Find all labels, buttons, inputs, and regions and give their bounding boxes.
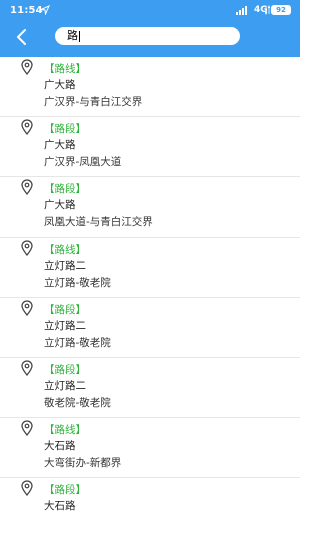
result-type-tag: 【路线】 — [44, 63, 86, 75]
result-type-tag: 【路线】 — [44, 243, 86, 256]
map-pin-icon — [21, 59, 33, 75]
search-input-value: 路 — [67, 29, 78, 42]
app-header: 11:54 4G 92 路 — [0, 0, 300, 57]
result-road-name: 广大路 — [44, 79, 76, 91]
result-item[interactable]: 【路线】 大石路 大弯街办-新都界 — [0, 418, 300, 479]
result-road-range: 立灯路-敬老院 — [44, 276, 111, 289]
result-road-name: 立灯路二 — [44, 259, 86, 272]
result-road-range: 敬老院-敬老院 — [44, 396, 111, 409]
map-pin-icon — [21, 300, 33, 316]
result-road-range: 立灯路-敬老院 — [44, 336, 111, 349]
result-type-tag: 【路段】 — [44, 123, 86, 136]
result-type-tag: 【路线】 — [44, 424, 86, 437]
text-caret — [79, 30, 80, 42]
map-pin-icon — [21, 480, 33, 497]
result-type-tag: 【路段】 — [44, 183, 86, 196]
map-pin-icon — [21, 239, 33, 256]
result-road-name: 大石路 — [44, 500, 76, 513]
result-road-name: 广大路 — [44, 139, 76, 152]
result-type-tag: 【路段】 — [44, 303, 86, 316]
result-item[interactable]: 【路段】 广大路 凤凰大道-与青白江交界 — [0, 177, 300, 238]
back-chevron-icon[interactable] — [12, 27, 32, 47]
result-road-name: 立灯路二 — [44, 379, 86, 392]
result-road-range: 凤凰大道-与青白江交界 — [44, 216, 153, 229]
signal-icon — [236, 6, 247, 15]
result-road-name: 大石路 — [44, 440, 76, 453]
result-item[interactable]: 【路段】 大石路 — [0, 478, 300, 538]
result-list: 【路线】 广大路 广汉界-与青白江交界 【路段】 广大路 广汉界-凤凰大道 【路… — [0, 57, 300, 539]
result-type-tag: 【路段】 — [44, 484, 86, 497]
search-input[interactable]: 路 — [55, 27, 240, 45]
result-item[interactable]: 【路段】 立灯路二 敬老院-敬老院 — [0, 358, 300, 419]
result-road-range: 广汉界-与青白江交界 — [44, 96, 143, 108]
result-road-range: 广汉界-凤凰大道 — [44, 156, 122, 169]
status-bar: 11:54 4G 92 — [0, 0, 300, 22]
result-road-name: 广大路 — [44, 199, 76, 212]
result-road-name: 立灯路二 — [44, 319, 86, 332]
status-time: 11:54 — [10, 5, 43, 16]
result-item[interactable]: 【路段】 立灯路二 立灯路-敬老院 — [0, 298, 300, 358]
map-pin-icon — [21, 179, 33, 196]
result-type-tag: 【路段】 — [44, 363, 86, 376]
map-pin-icon — [21, 420, 33, 437]
result-item[interactable]: 【路线】 立灯路二 立灯路-敬老院 — [0, 238, 300, 298]
result-item[interactable]: 【路段】 广大路 广汉界-凤凰大道 — [0, 117, 300, 178]
map-pin-icon — [21, 360, 33, 376]
battery-indicator: 92 — [271, 5, 291, 15]
map-pin-icon — [21, 119, 33, 136]
result-road-range: 大弯街办-新都界 — [44, 457, 122, 470]
data-arrows-icon — [265, 5, 270, 15]
result-item[interactable]: 【路线】 广大路 广汉界-与青白江交界 — [0, 57, 300, 118]
location-arrow-icon — [40, 5, 50, 15]
